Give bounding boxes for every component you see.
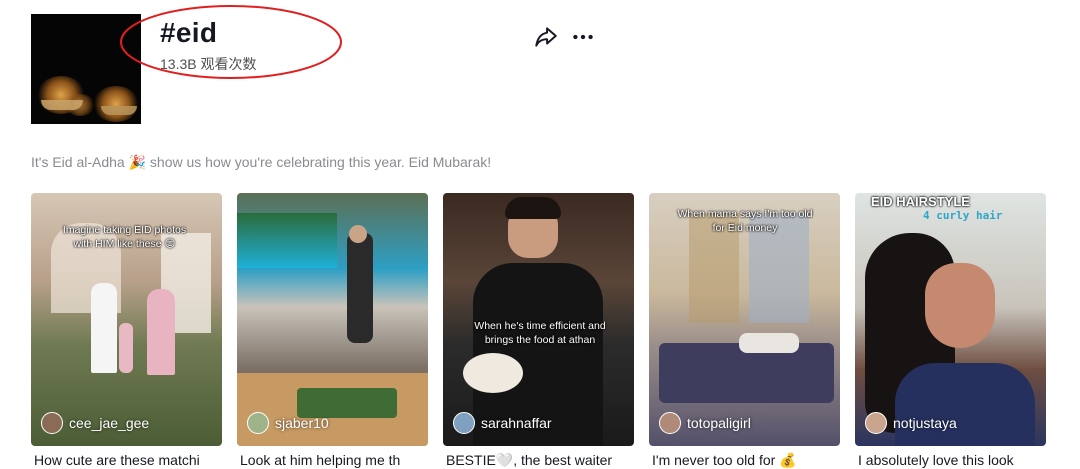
video-card[interactable]: When mama says I'm too old for Eid money…	[649, 193, 840, 446]
video-caption[interactable]: BESTIE🤍, the best waiter	[446, 451, 637, 469]
avatar	[453, 412, 475, 434]
more-options-button[interactable]	[570, 24, 596, 50]
video-author[interactable]: cee_jae_gee	[41, 412, 149, 434]
video-author[interactable]: sarahnaffar	[453, 412, 552, 434]
more-dots-icon	[573, 34, 593, 40]
video-caption[interactable]: How cute are these matchi	[34, 451, 225, 469]
view-count: 13.3B 观看次数	[160, 56, 257, 72]
username: sarahnaffar	[481, 415, 552, 431]
hashtag-description: It's Eid al-Adha 🎉 show us how you're ce…	[31, 154, 492, 170]
video-caption[interactable]: I absolutely love this look	[858, 451, 1049, 469]
video-card[interactable]: When he's time efficient and brings the …	[443, 193, 634, 446]
video-overlay-title: EID HAIRSTYLE	[871, 194, 970, 209]
video-author[interactable]: sjaber10	[247, 412, 329, 434]
username: cee_jae_gee	[69, 415, 150, 431]
video-card[interactable]: Imagine taking EID photos with HIM like …	[31, 193, 222, 446]
video-author[interactable]: totopaligirl	[659, 412, 751, 434]
avatar	[247, 412, 269, 434]
video-caption[interactable]: Look at him helping me th	[240, 451, 431, 469]
video-author[interactable]: notjustaya	[865, 412, 957, 434]
video-overlay-text: When mama says I'm too old for Eid money	[677, 208, 813, 234]
username: sjaber10	[275, 415, 329, 431]
video-card[interactable]: sjaber10	[237, 193, 428, 446]
username: totopaligirl	[687, 415, 751, 431]
hashtag-title: #eid	[160, 17, 218, 48]
hashtag-cover-image	[31, 14, 141, 124]
share-arrow-icon	[535, 27, 557, 47]
video-card[interactable]: EID HAIRSTYLE 4 curly hair notjustaya	[855, 193, 1046, 446]
avatar	[659, 412, 681, 434]
video-overlay-text: When he's time efficient and brings the …	[474, 320, 606, 346]
avatar	[41, 412, 63, 434]
avatar	[865, 412, 887, 434]
video-overlay-subtitle: 4 curly hair	[923, 209, 1003, 222]
username: notjustaya	[893, 415, 957, 431]
video-caption[interactable]: I'm never too old for 💰	[652, 451, 843, 469]
video-overlay-text: Imagine taking EID photos with HIM like …	[62, 224, 187, 250]
share-button[interactable]	[533, 24, 559, 50]
